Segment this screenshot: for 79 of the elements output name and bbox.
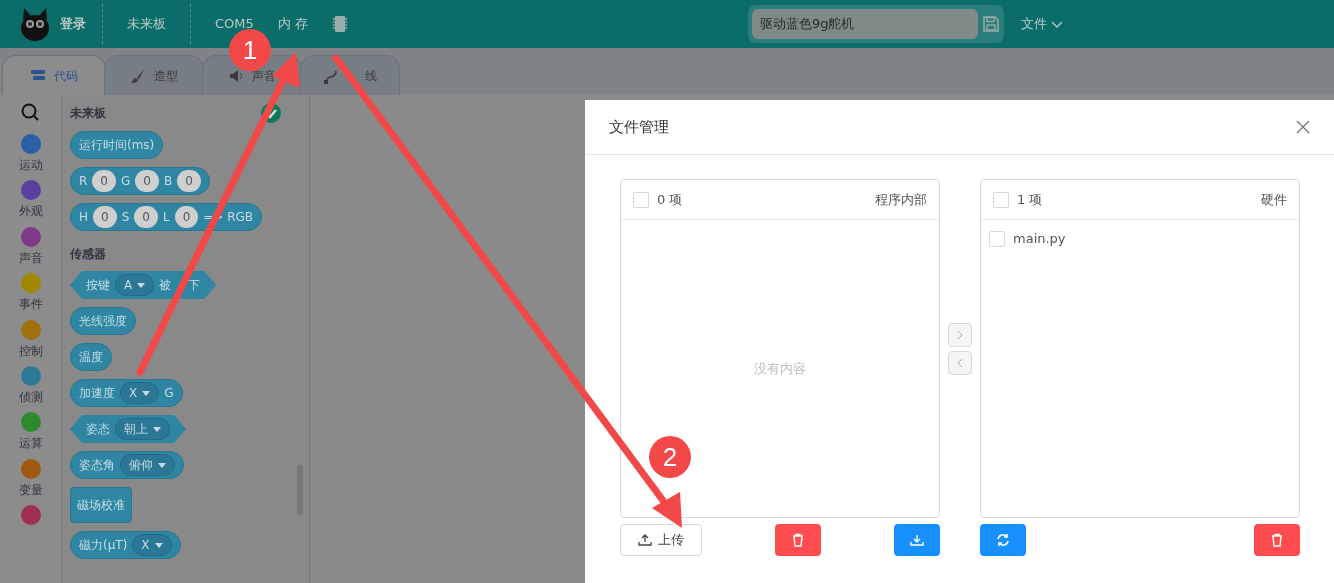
category-dot[interactable] bbox=[20, 412, 41, 433]
category-label[interactable]: 侦测 bbox=[18, 389, 43, 405]
project-name-field[interactable]: 驱动蓝色9g舵机 bbox=[751, 9, 978, 39]
speaker-icon bbox=[228, 67, 244, 84]
checkbox[interactable] bbox=[633, 191, 649, 208]
section-heading: 未来板 bbox=[70, 105, 106, 122]
block-dropdown[interactable]: A bbox=[115, 274, 155, 296]
download-icon bbox=[910, 533, 924, 547]
step-marker: 1 bbox=[229, 29, 271, 71]
number-input[interactable]: 0 bbox=[134, 206, 158, 228]
category-dot[interactable] bbox=[20, 226, 41, 247]
checkbox[interactable] bbox=[989, 231, 1005, 247]
refresh-button[interactable] bbox=[980, 524, 1026, 556]
file-menu[interactable]: 文件 bbox=[1019, 13, 1064, 35]
block-dropdown[interactable]: X bbox=[120, 382, 160, 404]
code-block[interactable]: 姿态 朝上 bbox=[70, 415, 186, 443]
editor-tab[interactable]: 线 bbox=[300, 55, 400, 95]
chevron-left-icon bbox=[955, 357, 965, 368]
item-count: 0 项 bbox=[657, 190, 683, 209]
section-heading: 传感器 bbox=[70, 246, 106, 263]
category-label[interactable]: 事件 bbox=[18, 297, 43, 312]
panel-title: 程序内部 bbox=[875, 190, 927, 209]
file-list-item[interactable]: main.py bbox=[981, 222, 1299, 256]
code-block[interactable]: 光线强度 bbox=[70, 307, 136, 335]
category-label[interactable]: 控制 bbox=[18, 343, 43, 358]
number-input[interactable]: 0 bbox=[174, 206, 199, 228]
number-input[interactable]: 0 bbox=[93, 206, 117, 228]
code-block[interactable]: 按键 A 被 下 bbox=[70, 271, 217, 299]
panel-title: 硬件 bbox=[1261, 190, 1287, 209]
code-block[interactable]: 磁力(μT) X bbox=[70, 531, 181, 559]
trash-icon bbox=[1270, 533, 1284, 547]
code-block[interactable]: 姿态角 俯仰 bbox=[70, 451, 184, 479]
upload-icon bbox=[638, 533, 652, 547]
block-dropdown[interactable]: X bbox=[132, 534, 172, 556]
category-label[interactable]: 运动 bbox=[18, 158, 43, 173]
trash-icon bbox=[791, 533, 805, 547]
block-dropdown[interactable]: 朝上 bbox=[115, 418, 170, 440]
download-button[interactable] bbox=[894, 524, 940, 556]
number-input[interactable]: 0 bbox=[177, 170, 201, 192]
category-label[interactable]: 运算 bbox=[18, 436, 43, 451]
category-label[interactable]: 外观 bbox=[18, 204, 43, 219]
chip-icon[interactable] bbox=[331, 15, 348, 33]
category-dot[interactable] bbox=[20, 458, 41, 479]
category-dot[interactable] bbox=[20, 319, 41, 340]
search-icon[interactable] bbox=[21, 103, 40, 122]
cat-logo-icon bbox=[18, 6, 52, 42]
save-icon[interactable] bbox=[981, 15, 1000, 33]
category-dot[interactable] bbox=[20, 365, 41, 386]
editor-tab[interactable]: 代码 bbox=[2, 55, 106, 95]
category-dot[interactable] bbox=[20, 134, 41, 154]
category-dot[interactable] bbox=[20, 180, 41, 201]
code-block[interactable]: 温度 bbox=[70, 343, 112, 371]
category-dot[interactable] bbox=[20, 505, 41, 526]
chevron-down-icon bbox=[1050, 19, 1063, 29]
upload-button[interactable]: 上传 bbox=[620, 524, 702, 556]
dialog-title: 文件管理 bbox=[609, 116, 669, 138]
step-marker: 2 bbox=[649, 436, 691, 478]
category-label[interactable]: 声音 bbox=[18, 250, 43, 266]
category-dot[interactable] bbox=[20, 273, 41, 294]
code-block[interactable]: R 0 G 0 B 0 bbox=[70, 167, 210, 195]
login-link[interactable]: 登录 bbox=[60, 14, 86, 34]
empty-message: 没有内容 bbox=[754, 359, 806, 378]
board-selector[interactable]: 未来板 bbox=[127, 14, 166, 34]
delete-button[interactable] bbox=[1254, 524, 1300, 556]
block-dropdown[interactable]: 俯仰 bbox=[120, 454, 175, 476]
editor-tab[interactable]: 造型 bbox=[104, 55, 204, 95]
code-block[interactable]: 加速度 X G bbox=[70, 379, 183, 407]
refresh-icon bbox=[996, 533, 1010, 547]
category-label[interactable]: 变量 bbox=[18, 482, 43, 498]
number-input[interactable]: 0 bbox=[135, 170, 159, 192]
item-count: 1 项 bbox=[1017, 190, 1043, 209]
code-block[interactable]: 运行时间(ms) bbox=[70, 131, 164, 159]
checkbox[interactable] bbox=[993, 191, 1009, 208]
close-icon[interactable] bbox=[1296, 120, 1310, 134]
chevron-right-icon bbox=[955, 329, 965, 340]
code-block[interactable]: 磁场校准 bbox=[70, 487, 132, 523]
delete-button[interactable] bbox=[775, 524, 821, 556]
memory-button[interactable]: 内 存 bbox=[277, 14, 308, 34]
number-input[interactable]: 0 bbox=[92, 170, 116, 192]
